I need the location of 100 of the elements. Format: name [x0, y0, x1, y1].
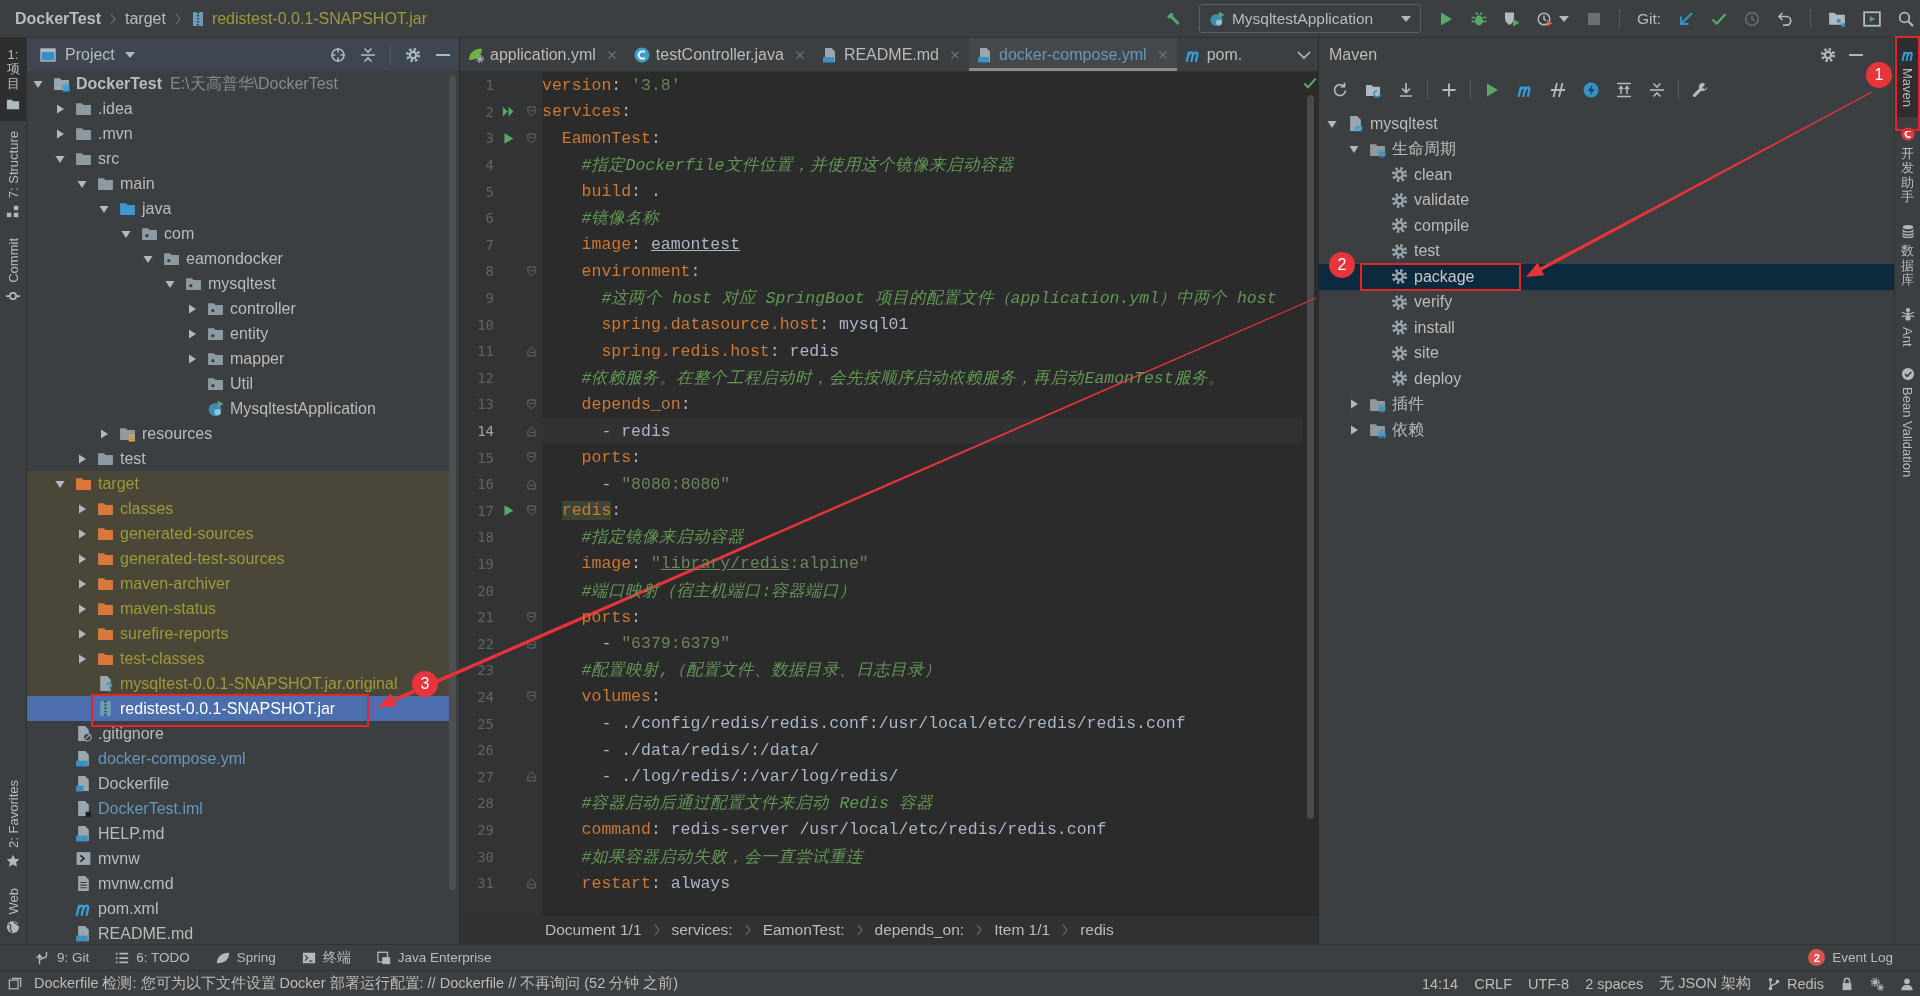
collapse-icon[interactable] — [360, 46, 376, 63]
run-all-icon[interactable] — [501, 105, 515, 119]
tree-item[interactable]: pom.xml — [98, 899, 159, 918]
tree-item[interactable]: maven-status — [120, 599, 217, 618]
tree-item[interactable]: entity — [230, 324, 269, 343]
expand-arrow-icon[interactable] — [187, 328, 197, 339]
status-item[interactable]: 2 spaces — [1585, 975, 1644, 992]
breadcrumb-item[interactable]: target — [124, 9, 166, 28]
scrollbar[interactable] — [449, 75, 456, 890]
collapse-icon[interactable] — [1649, 82, 1665, 98]
tree-item[interactable]: mysqltest-0.0.1-SNAPSHOT.jar.original — [120, 674, 398, 693]
tree-item[interactable]: src — [98, 149, 120, 168]
diagonal-arrow-icon[interactable] — [1678, 10, 1694, 27]
tree-item[interactable]: com — [164, 224, 195, 243]
tool-window-button[interactable]: Commit — [0, 228, 26, 313]
breadcrumb-item[interactable]: Item 1/1 — [994, 921, 1051, 939]
expand-arrow-icon[interactable] — [99, 203, 109, 214]
tree-item[interactable]: mvnw.cmd — [98, 874, 174, 893]
tree-item[interactable]: deploy — [1414, 369, 1462, 388]
expand-arrow-icon[interactable] — [1327, 118, 1337, 129]
tree-item[interactable]: DockerTest.iml — [98, 799, 203, 818]
tree-item[interactable]: install — [1414, 318, 1455, 337]
tree-item[interactable]: mapper — [230, 349, 285, 368]
tree-item[interactable]: .gitignore — [98, 724, 164, 743]
tree-item[interactable]: redistest-0.0.1-SNAPSHOT.jar — [120, 699, 336, 718]
editor-tab[interactable]: testController.java — [625, 38, 814, 71]
refresh-icon[interactable] — [1332, 82, 1348, 98]
breadcrumb-item[interactable]: services: — [671, 921, 733, 939]
tool-window-button[interactable]: 1: 项目 — [0, 38, 26, 121]
tree-item[interactable]: package — [1414, 267, 1475, 286]
tree-item[interactable]: 插件 — [1392, 395, 1424, 414]
shield-run-icon[interactable] — [1503, 10, 1520, 27]
settings-icon[interactable] — [405, 46, 421, 63]
tree-item[interactable]: java — [142, 199, 172, 218]
tool-window-button[interactable]: 终端 — [301, 948, 351, 967]
plus-icon[interactable] — [1441, 82, 1457, 98]
expand-arrow-icon[interactable] — [77, 553, 87, 564]
undo-icon[interactable] — [1777, 10, 1793, 27]
status-item[interactable]: CRLF — [1474, 975, 1513, 992]
crosshair-icon[interactable] — [330, 46, 346, 63]
lightning-icon[interactable] — [1583, 82, 1599, 98]
tree-item[interactable]: site — [1414, 344, 1439, 363]
expand-arrow-icon[interactable] — [187, 303, 197, 314]
tree-item[interactable]: classes — [120, 499, 174, 518]
editor-tab[interactable]: pom. — [1176, 38, 1252, 71]
breadcrumb-item[interactable]: DockerTest — [15, 9, 101, 28]
tool-window-button[interactable]: Java Enterprise — [376, 950, 492, 965]
breadcrumb-item[interactable]: redistest-0.0.1-SNAPSHOT.jar — [189, 9, 428, 28]
tree-item[interactable]: .idea — [98, 99, 133, 118]
tree-item[interactable]: verify — [1414, 293, 1453, 312]
wrench-icon[interactable] — [1692, 82, 1708, 98]
run-icon[interactable] — [1484, 82, 1500, 98]
expand-arrow-icon[interactable] — [1349, 399, 1359, 410]
fold-icon[interactable] — [526, 638, 536, 650]
tool-window-button[interactable]: 9: Git — [36, 950, 90, 965]
screen-play-icon[interactable] — [1863, 9, 1881, 28]
tree-item[interactable]: mysqltest — [1370, 114, 1438, 133]
editor-tab[interactable]: README.md — [813, 38, 969, 71]
tree-item[interactable]: test-classes — [120, 649, 205, 668]
tool-window-button[interactable]: Ant — [1895, 297, 1920, 357]
tree-item[interactable]: 依赖 — [1392, 420, 1424, 439]
tree-item[interactable]: mysqltest — [208, 274, 276, 293]
expand-arrow-icon[interactable] — [77, 578, 87, 589]
tree-item[interactable]: generated-test-sources — [120, 549, 285, 568]
tree-item[interactable]: maven-archiver — [120, 574, 231, 593]
status-item[interactable]: UTF-8 — [1528, 975, 1570, 992]
expand-arrow-icon[interactable] — [77, 528, 87, 539]
tree-item[interactable]: Dockerfile — [98, 774, 170, 793]
tree-item[interactable]: test — [120, 449, 146, 468]
tool-window-button[interactable]: 数据库 — [1895, 214, 1920, 298]
run-icon[interactable] — [501, 132, 515, 145]
breadcrumb-item[interactable]: Document 1/1 — [545, 921, 642, 939]
tree-item[interactable]: controller — [230, 299, 296, 318]
run-config-dropdown[interactable]: MysqltestApplication — [1198, 4, 1421, 33]
check-icon[interactable] — [1711, 10, 1727, 27]
tool-window-button[interactable]: 6: TODO — [115, 950, 190, 965]
tree-item[interactable]: validate — [1414, 191, 1470, 210]
status-item[interactable]: 14:14 — [1421, 975, 1459, 992]
tool-window-button[interactable]: Spring — [215, 950, 276, 965]
tool-window-button[interactable]: 2: Favorites — [0, 769, 26, 878]
expand-arrow-icon[interactable] — [55, 103, 65, 114]
expand-arrow-icon[interactable] — [121, 228, 131, 239]
tool-window-button[interactable]: Bean Validation — [1895, 356, 1920, 487]
tree-item[interactable]: surefire-reports — [120, 624, 229, 643]
tree-item[interactable]: compile — [1414, 216, 1470, 235]
expand-arrow-icon[interactable] — [55, 153, 65, 164]
tree-item[interactable]: MysqltestApplication — [230, 399, 376, 418]
expand-arrow-icon[interactable] — [55, 478, 65, 489]
expand-arrow-icon[interactable] — [33, 78, 43, 89]
view-selector[interactable]: Project — [65, 45, 135, 64]
expand-arrow-icon[interactable] — [165, 278, 175, 289]
hash-icon[interactable] — [1550, 82, 1566, 98]
breadcrumb-item[interactable]: redis — [1080, 921, 1114, 939]
expand-arrow-icon[interactable] — [77, 503, 87, 514]
folder-sync-icon[interactable] — [1365, 82, 1381, 98]
up-arrows-icon[interactable] — [1616, 82, 1632, 98]
expand-arrow-icon[interactable] — [143, 253, 153, 264]
person-icon[interactable] — [1900, 976, 1914, 991]
tree-item[interactable]: target — [98, 474, 139, 493]
tool-window-button[interactable]: 开发助手 — [1895, 117, 1920, 215]
